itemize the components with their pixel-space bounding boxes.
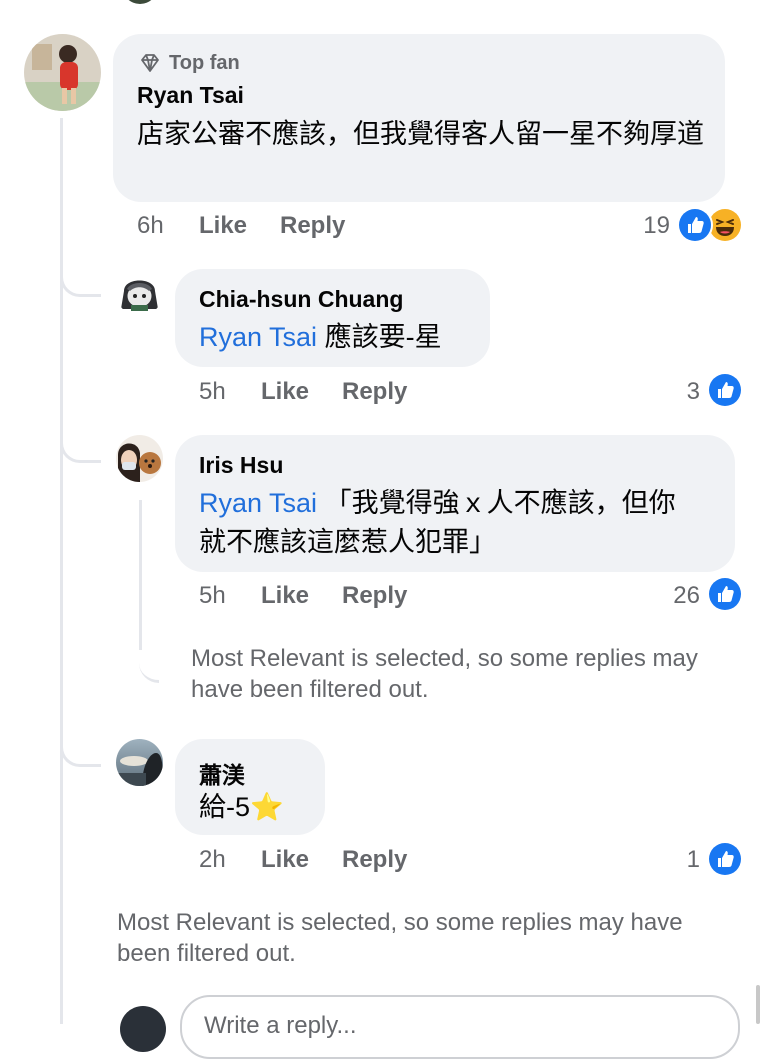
thread-hook-4: [60, 720, 101, 767]
reply-author-name[interactable]: 蕭渼: [199, 756, 245, 790]
top-fan-icon: [138, 51, 162, 75]
avatar-iris-hsu[interactable]: [116, 435, 163, 482]
reaction-count[interactable]: 1: [640, 846, 700, 874]
reaction-count[interactable]: 26: [640, 582, 700, 610]
reply-body: 給-5: [199, 792, 251, 822]
author-name[interactable]: Ryan Tsai: [137, 82, 244, 109]
reply-text: Ryan Tsai 「我覺得強ｘ人不應該，但你 就不應該這麼惹人犯罪」: [199, 484, 729, 562]
avatar-xiao-mei[interactable]: [116, 739, 163, 786]
like-button[interactable]: Like: [261, 846, 309, 874]
composer-avatar: [120, 1006, 166, 1052]
thread-line-sub: [139, 500, 142, 650]
reply-text: 給-5⭐: [199, 788, 284, 827]
filter-notice: Most Relevant is selected, so some repli…: [191, 645, 698, 703]
reaction-count[interactable]: 19: [610, 212, 670, 240]
comment-time[interactable]: 6h: [137, 212, 164, 240]
reply-time[interactable]: 5h: [199, 582, 226, 610]
reply-button[interactable]: Reply: [342, 378, 407, 406]
reply-composer-placeholder: Write a reply...: [204, 1012, 357, 1039]
reaction-count[interactable]: 3: [640, 378, 700, 406]
scrollbar[interactable]: [756, 985, 760, 1024]
reply-body-line1: 「我覺得強ｘ人不應該，但你: [324, 488, 676, 518]
thread-hook-1: [60, 250, 101, 297]
reply-button[interactable]: Reply: [342, 846, 407, 874]
like-reaction-icon[interactable]: [707, 576, 743, 612]
reply-time[interactable]: 5h: [199, 378, 226, 406]
top-fan-badge: Top fan: [169, 52, 240, 74]
reply-body-line2: 就不應該這麼惹人犯罪」: [199, 527, 496, 557]
thread-hook-2: [60, 410, 101, 463]
reply-time[interactable]: 2h: [199, 846, 226, 874]
reply-text: Ryan Tsai 應該要-星: [199, 318, 479, 357]
like-reaction-icon[interactable]: [677, 207, 713, 243]
reply-body: 應該要-星: [324, 322, 442, 352]
thread-hook-3: [139, 640, 159, 683]
reply-author-name[interactable]: Iris Hsu: [199, 452, 283, 479]
like-reaction-icon[interactable]: [707, 372, 743, 408]
avatar-ryan-tsai[interactable]: [24, 34, 101, 111]
star-emoji-icon: ⭐: [250, 792, 284, 822]
mention-link[interactable]: Ryan Tsai: [199, 322, 317, 352]
like-button[interactable]: Like: [199, 212, 247, 240]
reply-author-name[interactable]: Chia-hsun Chuang: [199, 286, 403, 313]
previous-avatar[interactable]: [122, 0, 158, 4]
like-reaction-icon[interactable]: [707, 841, 743, 877]
mention-link[interactable]: Ryan Tsai: [199, 488, 317, 518]
reply-button[interactable]: Reply: [342, 582, 407, 610]
comment-text: 店家公審不應該，但我覺得客人留一星不夠厚道: [137, 119, 704, 149]
thread-filter-notice: Most Relevant is selected, so some repli…: [117, 909, 683, 967]
like-button[interactable]: Like: [261, 378, 309, 406]
avatar-chia-hsun-chuang[interactable]: [116, 269, 163, 316]
like-button[interactable]: Like: [261, 582, 309, 610]
reply-button[interactable]: Reply: [280, 212, 345, 240]
